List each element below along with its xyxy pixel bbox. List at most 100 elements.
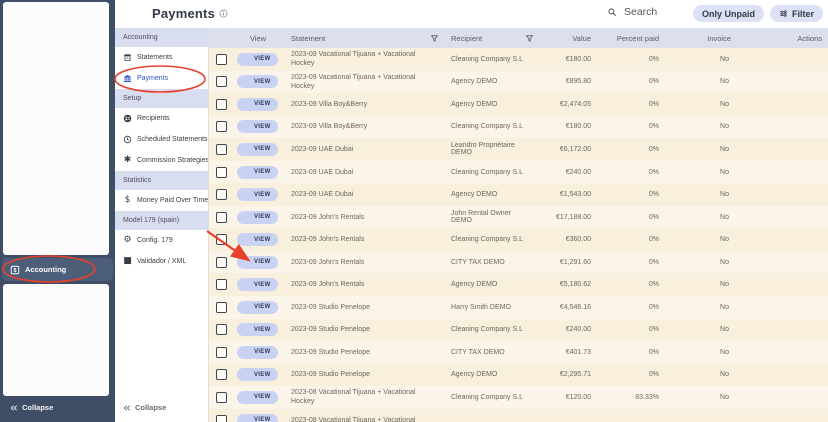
view-button[interactable]: VIEW [237, 255, 278, 269]
delete-trash-icon[interactable] [811, 324, 822, 335]
row-checkbox[interactable] [215, 256, 227, 268]
view-button[interactable]: VIEW [237, 142, 278, 156]
download-cloud-icon[interactable] [791, 391, 804, 404]
view-button[interactable]: VIEW [237, 210, 278, 224]
mark-paid-check-icon[interactable] [773, 392, 784, 403]
view-button[interactable]: VIEW [237, 368, 278, 382]
nav-item-scheduled-statements[interactable]: Scheduled Statements [115, 129, 208, 150]
download-cloud-icon[interactable] [791, 278, 804, 291]
delete-trash-icon[interactable] [811, 234, 822, 245]
row-checkbox[interactable] [215, 414, 227, 422]
view-button[interactable]: VIEW [237, 278, 278, 292]
nav-item-validador-xml[interactable]: ■ Validador / XML [115, 251, 208, 272]
view-button[interactable]: VIEW [237, 300, 278, 314]
download-cloud-icon[interactable] [791, 211, 804, 224]
view-button[interactable]: VIEW [237, 52, 278, 66]
only-unpaid-button[interactable]: Only Unpaid [692, 5, 764, 22]
row-checkbox[interactable] [215, 121, 227, 133]
delete-trash-icon[interactable] [811, 167, 822, 178]
download-cloud-icon[interactable] [791, 53, 804, 66]
view-button[interactable]: VIEW [237, 188, 278, 202]
download-cloud-icon[interactable] [791, 346, 804, 359]
delete-trash-icon[interactable] [811, 347, 822, 358]
delete-trash-icon[interactable] [811, 257, 822, 268]
download-cloud-icon[interactable] [791, 368, 804, 381]
mark-paid-check-icon[interactable] [773, 234, 784, 245]
nav-item-statements[interactable]: Statements [115, 47, 208, 68]
download-cloud-icon[interactable] [791, 323, 804, 336]
mark-paid-check-icon[interactable] [773, 189, 784, 200]
mark-paid-check-icon[interactable] [773, 76, 784, 87]
nav-item-commission-strategies[interactable]: ✱ Commission Strategies [115, 150, 208, 171]
sidebar-item-accounting[interactable]: $ Accounting [2, 258, 113, 281]
view-button[interactable]: VIEW [237, 165, 278, 179]
mark-paid-check-icon[interactable] [773, 54, 784, 65]
download-cloud-icon[interactable] [791, 256, 804, 269]
delete-trash-icon[interactable] [811, 415, 822, 422]
row-checkbox[interactable] [215, 346, 227, 358]
row-checkbox[interactable] [215, 324, 227, 336]
delete-trash-icon[interactable] [811, 54, 822, 65]
nav-item-money-paid-over-time[interactable]: $ Money Paid Over Time [115, 190, 208, 211]
view-button[interactable]: VIEW [237, 323, 278, 337]
mark-paid-check-icon[interactable] [773, 302, 784, 313]
mark-paid-check-icon[interactable] [773, 212, 784, 223]
mark-paid-check-icon[interactable] [773, 99, 784, 110]
row-checkbox[interactable] [215, 301, 227, 313]
delete-trash-icon[interactable] [811, 121, 822, 132]
download-cloud-icon[interactable] [791, 143, 804, 156]
mark-paid-check-icon[interactable] [773, 279, 784, 290]
mark-paid-check-icon[interactable] [773, 415, 784, 422]
download-cloud-icon[interactable] [791, 120, 804, 133]
download-cloud-icon[interactable] [791, 301, 804, 314]
row-checkbox[interactable] [215, 98, 227, 110]
app-sidebar-collapse-button[interactable]: Collapse [10, 403, 53, 412]
delete-trash-icon[interactable] [811, 144, 822, 155]
delete-trash-icon[interactable] [811, 302, 822, 313]
delete-trash-icon[interactable] [811, 279, 822, 290]
nav-item-config-179[interactable]: ⚙ Config. 179 [115, 230, 208, 251]
statement-filter-funnel-icon[interactable] [430, 34, 439, 43]
download-cloud-icon[interactable] [791, 166, 804, 179]
row-checkbox[interactable] [215, 369, 227, 381]
view-button[interactable]: VIEW [237, 75, 278, 89]
row-checkbox[interactable] [215, 279, 227, 291]
view-button[interactable]: VIEW [237, 120, 278, 134]
mark-paid-check-icon[interactable] [773, 121, 784, 132]
nav-item-recipients[interactable]: Recipients [115, 108, 208, 129]
delete-trash-icon[interactable] [811, 369, 822, 380]
mark-paid-check-icon[interactable] [773, 144, 784, 155]
mark-paid-check-icon[interactable] [773, 324, 784, 335]
delete-trash-icon[interactable] [811, 189, 822, 200]
row-checkbox[interactable] [215, 166, 227, 178]
info-icon[interactable] [219, 9, 228, 18]
mark-paid-check-icon[interactable] [773, 347, 784, 358]
delete-trash-icon[interactable] [811, 76, 822, 87]
row-checkbox[interactable] [215, 189, 227, 201]
download-cloud-icon[interactable] [791, 98, 804, 111]
delete-trash-icon[interactable] [811, 212, 822, 223]
view-button[interactable]: VIEW [237, 390, 278, 404]
filter-button[interactable]: Filter [769, 5, 823, 22]
row-checkbox[interactable] [215, 391, 227, 403]
view-button[interactable]: VIEW [237, 97, 278, 111]
row-checkbox[interactable] [215, 76, 227, 88]
row-checkbox[interactable] [215, 143, 227, 155]
view-button[interactable]: VIEW [237, 345, 278, 359]
row-checkbox[interactable] [215, 53, 227, 65]
mark-paid-check-icon[interactable] [773, 369, 784, 380]
download-cloud-icon[interactable] [791, 414, 804, 422]
download-cloud-icon[interactable] [791, 75, 804, 88]
row-checkbox[interactable] [215, 211, 227, 223]
download-cloud-icon[interactable] [791, 233, 804, 246]
module-nav-collapse-button[interactable]: Collapse [123, 403, 166, 412]
mark-paid-check-icon[interactable] [773, 257, 784, 268]
mark-paid-check-icon[interactable] [773, 167, 784, 178]
view-button[interactable]: VIEW [237, 413, 278, 422]
nav-item-payments[interactable]: Payments [115, 68, 208, 89]
view-button[interactable]: VIEW [237, 233, 278, 247]
recipient-filter-funnel-icon[interactable] [525, 34, 534, 43]
download-cloud-icon[interactable] [791, 188, 804, 201]
delete-trash-icon[interactable] [811, 392, 822, 403]
row-checkbox[interactable] [215, 234, 227, 246]
